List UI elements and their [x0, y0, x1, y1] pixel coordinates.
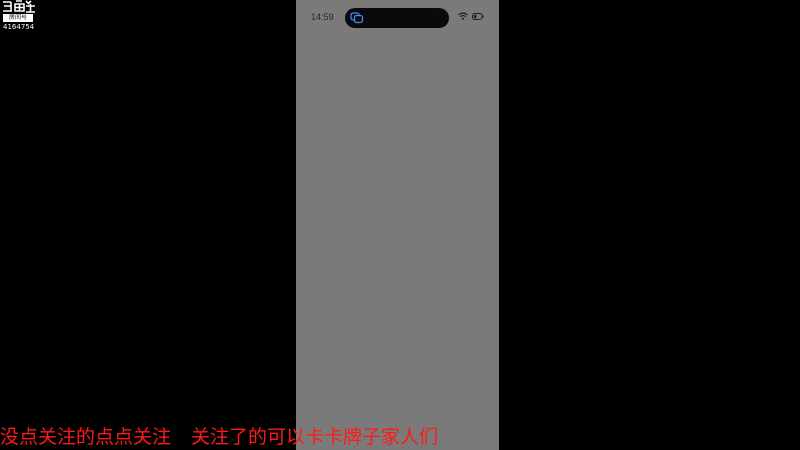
copy-icon [350, 12, 364, 24]
subtitle-follow-prompt: 没点关注的点点关注 [0, 426, 172, 448]
wifi-icon [458, 12, 468, 20]
douyu-logo [3, 0, 35, 13]
status-time: 14:59 [311, 12, 334, 22]
douyu-watermark: 房间号 4164754 [2, 0, 38, 32]
subtitle-fan-badge-prompt: 关注了的可以卡卡牌子家人们 [191, 426, 439, 448]
phone-screen: 14:59 [296, 0, 499, 450]
room-label: 房间号 [3, 14, 33, 22]
dynamic-island[interactable] [345, 8, 449, 28]
room-id: 4164754 [3, 23, 35, 31]
status-bar: 14:59 [296, 0, 499, 34]
stream-subtitle: 没点关注的点点关注 关注了的可以卡卡牌子家人们 [0, 424, 438, 450]
battery-icon [472, 13, 484, 20]
stream-frame: 房间号 4164754 14:59 没点关注的点点关注 关注了的可以卡卡牌子家人… [0, 0, 800, 450]
